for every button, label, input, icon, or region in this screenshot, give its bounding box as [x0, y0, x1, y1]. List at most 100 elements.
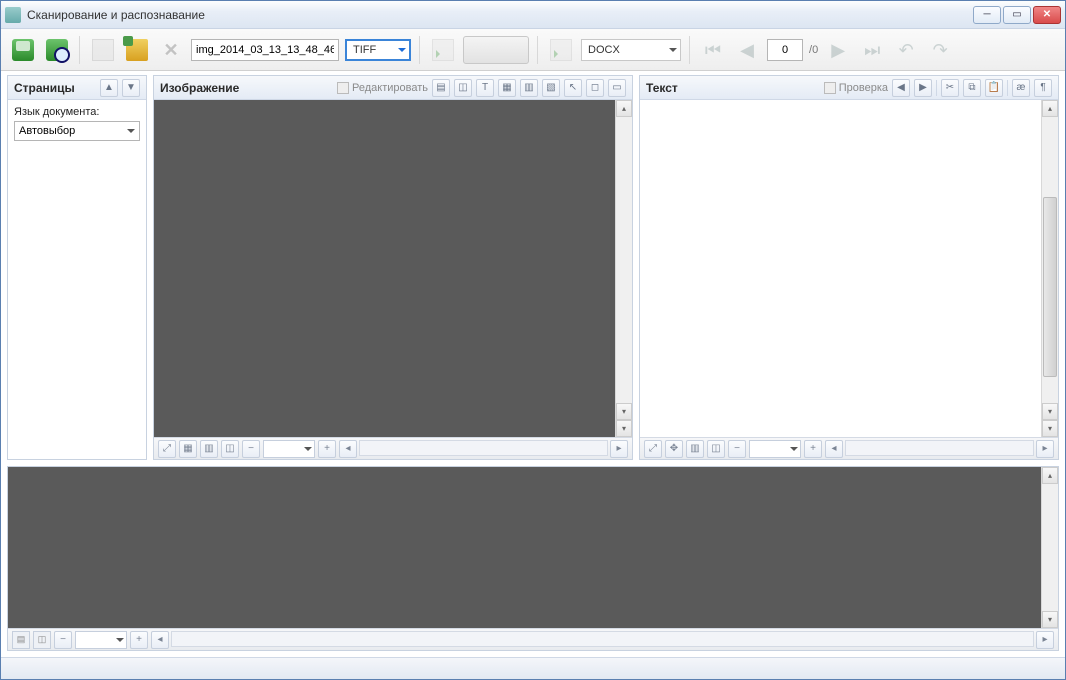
layout-split-v-button[interactable]: ◫: [221, 440, 239, 458]
chevron-down-icon: [790, 447, 798, 455]
zoom-in-button[interactable]: +: [318, 440, 336, 458]
zoom-out-button[interactable]: −: [54, 631, 72, 649]
hscroll-left[interactable]: ◂: [151, 631, 169, 649]
move-up-button[interactable]: ▲: [100, 79, 118, 97]
scroll-up-icon[interactable]: ▴: [1042, 467, 1058, 484]
tool-eraser-icon[interactable]: ▭: [608, 79, 626, 97]
filename-input[interactable]: [191, 39, 339, 61]
scan-button[interactable]: [9, 36, 37, 64]
maximize-button[interactable]: ▭: [1003, 6, 1031, 24]
tool-table-icon[interactable]: ▥: [520, 79, 538, 97]
tool-barcode-icon[interactable]: ▧: [542, 79, 560, 97]
first-page-button[interactable]: ⏮: [699, 36, 727, 64]
view-tab-2[interactable]: ◫: [33, 631, 51, 649]
move-down-button[interactable]: ▼: [122, 79, 140, 97]
image-format-select[interactable]: TIFF: [345, 39, 411, 61]
zoom-out-button[interactable]: −: [728, 440, 746, 458]
preview-footer: ▤ ◫ − + ◂ ▸: [8, 628, 1058, 650]
check-button[interactable]: Проверка: [824, 82, 888, 94]
copy-button[interactable]: ⧉: [963, 79, 981, 97]
scroll-up-icon[interactable]: ▴: [1042, 100, 1058, 117]
layout-split-h-button[interactable]: ▥: [200, 440, 218, 458]
tool-text-icon[interactable]: T: [476, 79, 494, 97]
text-panel: Текст Проверка ◀ ▶ ✂ ⧉ 📋 æ ¶ ▴: [639, 75, 1059, 460]
delete-button[interactable]: ✕: [157, 36, 185, 64]
hscroll-right[interactable]: ▸: [1036, 440, 1054, 458]
prev-error-button[interactable]: ◀: [892, 79, 910, 97]
tool-select-icon[interactable]: ◻: [586, 79, 604, 97]
last-page-button[interactable]: ⏭: [858, 36, 886, 64]
export-icon: [550, 39, 572, 61]
zoom-in-button[interactable]: +: [130, 631, 148, 649]
recognize-button[interactable]: [429, 36, 457, 64]
zoom-select[interactable]: [749, 440, 801, 458]
pages-title: Страницы: [14, 81, 96, 95]
page-number-input[interactable]: [767, 39, 803, 61]
x-icon: ✕: [160, 39, 182, 61]
redo-button[interactable]: ↷: [926, 36, 954, 64]
move-tool-button[interactable]: ✥: [665, 440, 683, 458]
text-viewport[interactable]: ▴ ▾ ▾: [640, 100, 1058, 437]
edit-button[interactable]: Редактировать: [337, 82, 428, 94]
show-paragraphs-button[interactable]: ¶: [1034, 79, 1052, 97]
status-bar: [1, 657, 1065, 679]
paste-button[interactable]: 📋: [985, 79, 1003, 97]
image-hscroll[interactable]: [359, 440, 608, 456]
next-error-button[interactable]: ▶: [914, 79, 932, 97]
undo-button[interactable]: ↶: [892, 36, 920, 64]
text-vscroll[interactable]: ▴ ▾ ▾: [1041, 100, 1058, 437]
scan-preview-button[interactable]: [43, 36, 71, 64]
tool-picture-icon[interactable]: ▦: [498, 79, 516, 97]
fit-page-button[interactable]: ⤢: [644, 440, 662, 458]
hscroll-left[interactable]: ◂: [339, 440, 357, 458]
scroll-down-icon[interactable]: ▾: [1042, 611, 1058, 628]
scroll-bottom-icon[interactable]: ▾: [1042, 420, 1058, 437]
image-vscroll[interactable]: ▴ ▾ ▾: [615, 100, 632, 437]
preview-viewport[interactable]: ▴ ▾: [8, 467, 1058, 628]
close-button[interactable]: ✕: [1033, 6, 1061, 24]
tool-pointer-icon[interactable]: ↖: [564, 79, 582, 97]
doc-language-select[interactable]: Автовыбор: [14, 121, 140, 141]
layout-split-h-button[interactable]: ▥: [686, 440, 704, 458]
vscroll-thumb[interactable]: [1043, 197, 1057, 377]
chevron-down-icon: [127, 129, 135, 137]
window-title: Сканирование и распознавание: [27, 8, 973, 22]
next-page-button[interactable]: ▶: [824, 36, 852, 64]
undo-icon: ↶: [895, 39, 917, 61]
preview-panel: ▴ ▾ ▤ ◫ − + ◂ ▸: [7, 466, 1059, 651]
fit-page-button[interactable]: ⤢: [158, 440, 176, 458]
layout-grid-button[interactable]: ▦: [179, 440, 197, 458]
scroll-down-icon[interactable]: ▾: [1042, 403, 1058, 420]
zoom-select[interactable]: [263, 440, 315, 458]
minimize-button[interactable]: ─: [973, 6, 1001, 24]
scroll-down-icon[interactable]: ▾: [616, 403, 632, 420]
app-icon: [5, 7, 21, 23]
cut-button[interactable]: ✂: [941, 79, 959, 97]
view-tab-1[interactable]: ▤: [12, 631, 30, 649]
scroll-bottom-icon[interactable]: ▾: [616, 420, 632, 437]
zoom-select[interactable]: [75, 631, 127, 649]
hscroll-left[interactable]: ◂: [825, 440, 843, 458]
chevron-down-icon: [116, 638, 124, 646]
export-format-select[interactable]: DOCX: [581, 39, 681, 61]
hscroll-right[interactable]: ▸: [1036, 631, 1054, 649]
text-hscroll[interactable]: [845, 440, 1034, 456]
zoom-in-button[interactable]: +: [804, 440, 822, 458]
tool-page-icon[interactable]: ▤: [432, 79, 450, 97]
preview-hscroll[interactable]: [171, 631, 1034, 647]
next-page-icon: ▶: [827, 39, 849, 61]
prev-page-button[interactable]: ◀: [733, 36, 761, 64]
chevron-down-icon: [304, 447, 312, 455]
scroll-up-icon[interactable]: ▴: [616, 100, 632, 117]
zoom-out-button[interactable]: −: [242, 440, 260, 458]
export-button[interactable]: [547, 36, 575, 64]
text-panel-title: Текст: [646, 81, 820, 95]
special-char-button[interactable]: æ: [1012, 79, 1030, 97]
hscroll-right[interactable]: ▸: [610, 440, 628, 458]
open-button[interactable]: [123, 36, 151, 64]
save-button[interactable]: [89, 36, 117, 64]
image-viewport[interactable]: ▴ ▾ ▾: [154, 100, 632, 437]
tool-crop-icon[interactable]: ◫: [454, 79, 472, 97]
preview-vscroll[interactable]: ▴ ▾: [1041, 467, 1058, 628]
layout-split-v-button[interactable]: ◫: [707, 440, 725, 458]
